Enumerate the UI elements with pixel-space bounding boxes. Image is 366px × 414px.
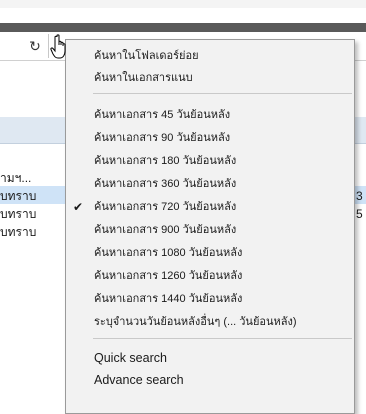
table-cell: บทราบ	[0, 189, 37, 203]
menu-item-quick-search[interactable]: Quick search	[67, 347, 353, 369]
menu-item-180-days[interactable]: ค้นหาเอกสาร 180 วันย้อนหลัง	[67, 150, 353, 172]
menu-item-search-attachments[interactable]: ค้นหาในเอกสารแนบ	[67, 67, 353, 89]
refresh-button[interactable]: ↻	[26, 37, 44, 55]
menu-item-1080-days[interactable]: ค้นหาเอกสาร 1080 วันย้อนหลัง	[67, 242, 353, 264]
menu-item-90-days[interactable]: ค้นหาเอกสาร 90 วันย้อนหลัง	[67, 127, 353, 149]
menu-item-search-subfolders[interactable]: ค้นหาในโฟลเดอร์ย่อย	[67, 45, 353, 67]
table-cell: 5	[356, 207, 363, 221]
table-cell: 3	[356, 189, 363, 203]
menu-item-1260-days[interactable]: ค้นหาเอกสาร 1260 วันย้อนหลัง	[67, 265, 353, 287]
menu-item-360-days[interactable]: ค้นหาเอกสาร 360 วันย้อนหลัง	[67, 173, 353, 195]
table-cell: บทราบ	[0, 225, 37, 239]
menu-item-1440-days[interactable]: ค้นหาเอกสาร 1440 วันย้อนหลัง	[67, 288, 353, 310]
table-cell: ามฯ...	[0, 171, 32, 185]
search-options-menu: ค้นหาในโฟลเดอร์ย่อย ค้นหาในเอกสารแนบ ค้น…	[65, 39, 355, 414]
menu-separator	[93, 93, 352, 94]
menu-item-45-days[interactable]: ค้นหาเอกสาร 45 วันย้อนหลัง	[67, 104, 353, 126]
hand-cursor-icon	[50, 34, 66, 59]
refresh-icon: ↻	[29, 37, 41, 54]
table-cell: บทราบ	[0, 207, 37, 221]
menu-item-advance-search[interactable]: Advance search	[67, 369, 353, 391]
checkmark-icon: ✔	[72, 200, 84, 214]
menu-item-900-days[interactable]: ค้นหาเอกสาร 900 วันย้อนหลัง	[67, 219, 353, 241]
menu-item-custom-days[interactable]: ระบุจำนวนวันย้อนหลังอื่นๆ (... วันย้อนหล…	[67, 311, 353, 333]
ribbon-divider	[0, 23, 366, 32]
menu-item-720-days[interactable]: ✔ ค้นหาเอกสาร 720 วันย้อนหลัง	[67, 196, 353, 218]
menu-separator	[93, 338, 352, 339]
toolbar-separator	[48, 34, 49, 58]
window-top-strip	[0, 0, 366, 8]
